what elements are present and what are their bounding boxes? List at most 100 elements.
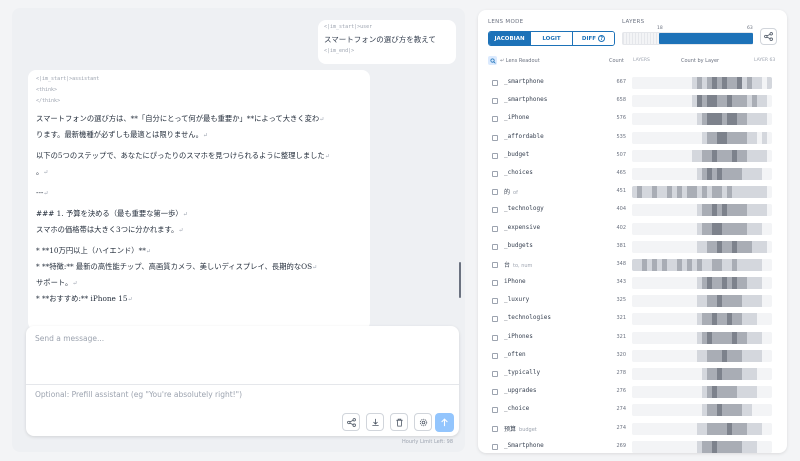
row-checkbox[interactable] xyxy=(492,98,498,105)
prefill-input[interactable]: Optional: Prefill assistant (eg "You're … xyxy=(35,390,242,399)
lens-row[interactable]: iPhone 343 xyxy=(492,274,776,292)
mode-jacobian-button[interactable]: JACOBIAN xyxy=(489,32,531,45)
think-close-token: </think> xyxy=(36,98,61,104)
lens-row[interactable]: _affordable 535 xyxy=(492,129,776,147)
search-icon[interactable] xyxy=(488,56,497,65)
think-open-token: <think> xyxy=(36,87,58,93)
lens-row[interactable]: _often 320 xyxy=(492,347,776,365)
count-header[interactable]: Count xyxy=(609,58,624,64)
row-checkbox[interactable] xyxy=(492,189,498,196)
count-by-layer-heatmap xyxy=(632,277,772,290)
token-count: 278 xyxy=(616,370,626,376)
chat-scrollbar[interactable] xyxy=(459,262,461,298)
lens-row[interactable]: _choice 274 xyxy=(492,401,776,419)
settings-button[interactable] xyxy=(414,413,432,431)
row-checkbox[interactable] xyxy=(492,243,498,250)
share-button[interactable] xyxy=(342,413,360,431)
lens-row[interactable]: 的 of 451 xyxy=(492,183,776,201)
lens-row[interactable]: _upgrades 276 xyxy=(492,383,776,401)
lens-panel: LENS MODE LAYERS JACOBIAN LOGIT DIFF? 18… xyxy=(478,10,787,453)
lens-row[interactable]: _budget 507 xyxy=(492,147,776,165)
token-label: _smartphone xyxy=(504,78,544,85)
row-checkbox[interactable] xyxy=(492,261,498,268)
token-label: 台 to, num xyxy=(504,260,532,269)
mode-diff-button[interactable]: DIFF? xyxy=(573,32,614,45)
lens-row[interactable]: _smartphone 667 xyxy=(492,74,776,92)
row-checkbox[interactable] xyxy=(492,280,498,287)
row-checkbox[interactable] xyxy=(492,407,498,414)
token-count: 451 xyxy=(616,188,626,195)
row-checkbox[interactable] xyxy=(492,389,498,396)
lens-row[interactable]: _smartphones 658 xyxy=(492,92,776,110)
row-checkbox[interactable] xyxy=(492,298,498,305)
lens-row[interactable]: _expensive 402 xyxy=(492,220,776,238)
row-checkbox[interactable] xyxy=(492,152,498,159)
row-checkbox[interactable] xyxy=(492,116,498,123)
token-count: 658 xyxy=(616,97,626,104)
heatmap-cell xyxy=(767,368,772,380)
token-count: 576 xyxy=(616,115,626,122)
token-text: _expensive xyxy=(504,223,541,231)
lens-table-header: ↵ Lens Readout Count LAYERS Count by Lay… xyxy=(488,56,778,67)
lens-row[interactable]: _iPhones 321 xyxy=(492,329,776,347)
row-checkbox[interactable] xyxy=(492,80,498,86)
lens-row[interactable]: _technologies 321 xyxy=(492,310,776,328)
lens-row[interactable]: _typically 278 xyxy=(492,365,776,383)
row-checkbox[interactable] xyxy=(492,443,498,450)
row-checkbox[interactable] xyxy=(492,425,498,432)
layer-range-fill[interactable] xyxy=(659,33,753,44)
token-text: 预算 xyxy=(504,425,517,433)
lens-row[interactable]: _budgets 381 xyxy=(492,238,776,256)
token-text: _upgrades xyxy=(504,387,537,395)
token-count: 381 xyxy=(616,242,626,249)
help-icon[interactable]: ? xyxy=(598,35,606,42)
count-by-layer-heatmap xyxy=(632,349,772,362)
row-checkbox[interactable] xyxy=(492,371,498,377)
return-mark: ↵ xyxy=(127,296,133,303)
layer-end-value: 63 xyxy=(747,26,753,31)
token-label: _Smartphone xyxy=(504,442,544,449)
heatmap-cell xyxy=(767,222,772,235)
row-checkbox[interactable] xyxy=(492,134,498,141)
lens-row[interactable]: _Smartphone 269 xyxy=(492,438,776,453)
lens-row[interactable]: _technology 404 xyxy=(492,201,776,219)
lens-row[interactable]: _luxury 325 xyxy=(492,292,776,310)
delete-button[interactable] xyxy=(390,413,408,431)
layer-range-slider[interactable]: 18 63 xyxy=(622,26,753,45)
lens-row[interactable]: 台 to, num 348 xyxy=(492,256,776,274)
heatmap-cell xyxy=(767,404,772,417)
mode-logit-button[interactable]: LOGIT xyxy=(531,32,573,45)
assistant-line: * **特徴:** 最新の高性能チップ、高画質カメラ、美しいディスプレイ、長期的… xyxy=(36,259,362,275)
layers-header-left: LAYERS xyxy=(633,58,650,63)
token-text: _often xyxy=(504,350,526,358)
token-label: _choices xyxy=(504,169,533,176)
token-count: 402 xyxy=(616,224,626,231)
row-checkbox[interactable] xyxy=(492,316,498,323)
row-checkbox[interactable] xyxy=(492,352,498,359)
row-checkbox[interactable] xyxy=(492,225,498,232)
send-button[interactable] xyxy=(435,413,454,432)
token-label: _iPhone xyxy=(504,114,529,121)
token-text: _luxury xyxy=(504,296,530,304)
token-text: _Smartphone xyxy=(504,441,544,449)
row-checkbox[interactable] xyxy=(492,170,498,177)
heatmap-cell xyxy=(767,277,772,290)
lens-row[interactable]: 预算 budget 274 xyxy=(492,420,776,438)
token-label: _budgets xyxy=(504,242,533,249)
mode-logit-label: LOGIT xyxy=(542,35,561,42)
lens-share-button[interactable] xyxy=(760,28,777,45)
return-mark: ↵ xyxy=(145,248,151,255)
lens-row[interactable]: _iPhone 576 xyxy=(492,110,776,128)
heatmap-cell xyxy=(767,77,772,89)
token-label: _iPhones xyxy=(504,333,533,340)
row-checkbox[interactable] xyxy=(492,207,498,214)
user-message-text: スマートフォンの選び方を教えて xyxy=(324,35,436,44)
layer-start-value: 18 xyxy=(657,26,663,31)
message-input[interactable]: Send a message... xyxy=(35,334,104,343)
lens-row[interactable]: _choices 465 xyxy=(492,165,776,183)
download-button[interactable] xyxy=(366,413,384,431)
row-checkbox[interactable] xyxy=(492,334,498,341)
token-label: _luxury xyxy=(504,296,529,303)
return-mark: ↵ xyxy=(43,169,49,176)
count-by-layer-header: Count by Layer xyxy=(681,58,720,64)
